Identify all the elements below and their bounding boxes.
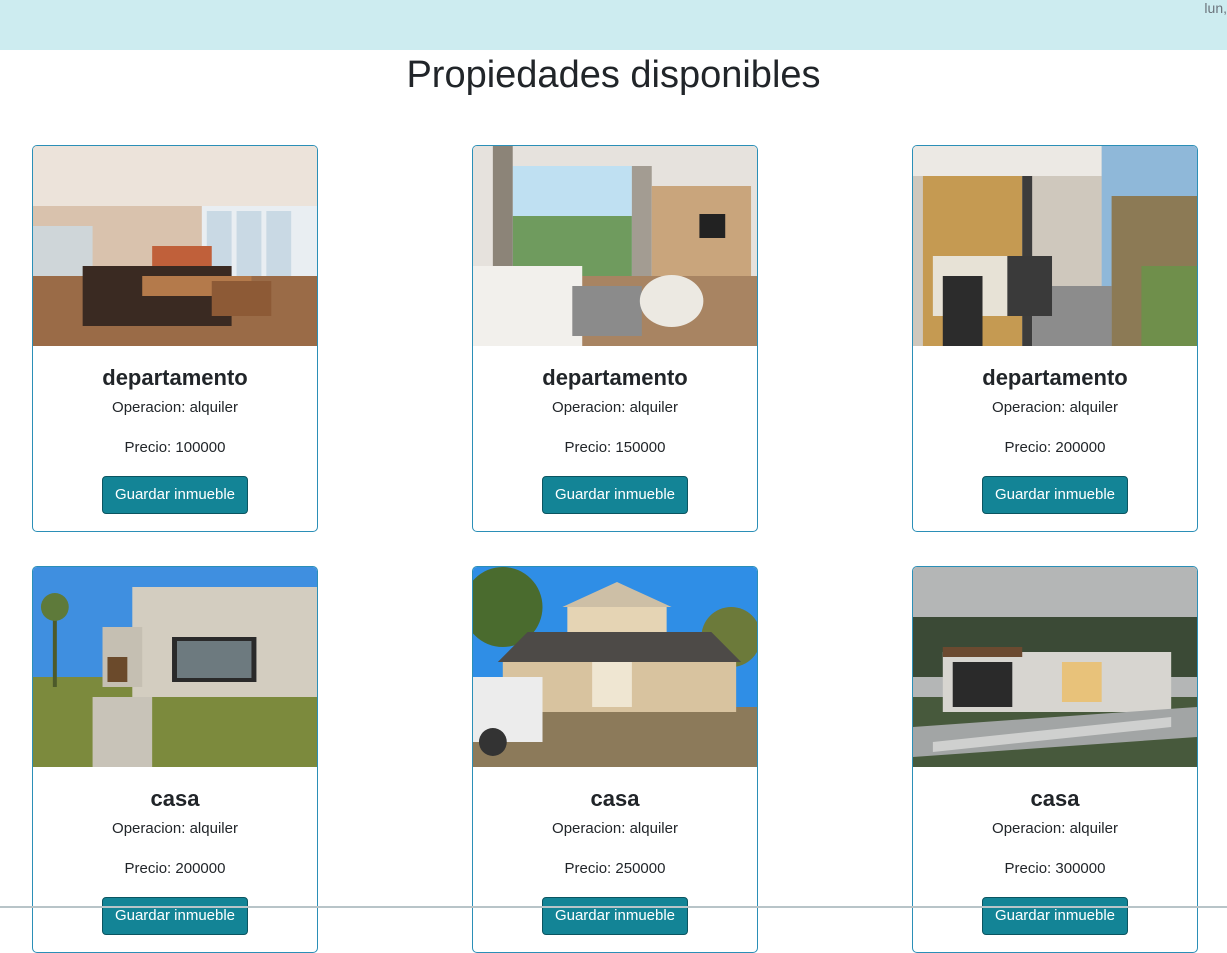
save-property-button[interactable]: Guardar inmueble [541,476,689,514]
property-price: Precio: 250000 [564,860,666,877]
save-property-button[interactable]: Guardar inmueble [981,476,1129,514]
property-card: departamento Operacion: alquiler Precio: 2… [912,145,1198,532]
property-operation: Operacion: alquiler [112,399,238,416]
property-operation: Operacion: alquiler [552,399,678,416]
property-photo [33,146,317,346]
property-price: Precio: 200000 [1004,439,1106,456]
property-type: departamento [542,365,688,390]
date-text: lun, [1204,0,1227,16]
property-photo [913,567,1197,767]
page-title: Propiedades disponibles [406,54,821,96]
save-property-button[interactable]: Guardar inmueble [981,897,1129,935]
save-property-button[interactable]: Guardar inmueble [101,476,249,514]
save-property-button[interactable]: Guardar inmueble [101,897,249,935]
property-type: casa [150,786,200,811]
property-operation: Operacion: alquiler [992,820,1118,837]
property-photo [473,567,757,767]
property-photo [913,146,1197,346]
property-card: casa Operacion: alquiler Precio: 300000 Gu… [912,566,1198,953]
property-photo [473,146,757,346]
property-price: Precio: 300000 [1004,860,1106,877]
property-card: casa Operacion: alquiler Precio: 200000 Gu… [32,566,318,953]
save-property-button[interactable]: Guardar inmueble [541,897,689,935]
property-type: casa [1030,786,1080,811]
top-navbar: lun, [0,0,1227,50]
property-card: departamento Operacion: alquiler Precio: 1… [472,145,758,532]
property-type: casa [590,786,640,811]
property-operation: Operacion: alquiler [552,820,678,837]
property-card: departamento Operacion: alquiler Precio: 1… [32,145,318,532]
property-photo [33,567,317,767]
property-operation: Operacion: alquiler [992,399,1118,416]
property-type: departamento [102,365,248,390]
property-card: casa Operacion: alquiler Precio: 250000 Gu… [472,566,758,953]
property-price: Precio: 100000 [124,439,226,456]
property-price: Precio: 200000 [124,860,226,877]
property-type: departamento [982,365,1128,390]
property-operation: Operacion: alquiler [112,820,238,837]
property-price: Precio: 150000 [564,439,666,456]
